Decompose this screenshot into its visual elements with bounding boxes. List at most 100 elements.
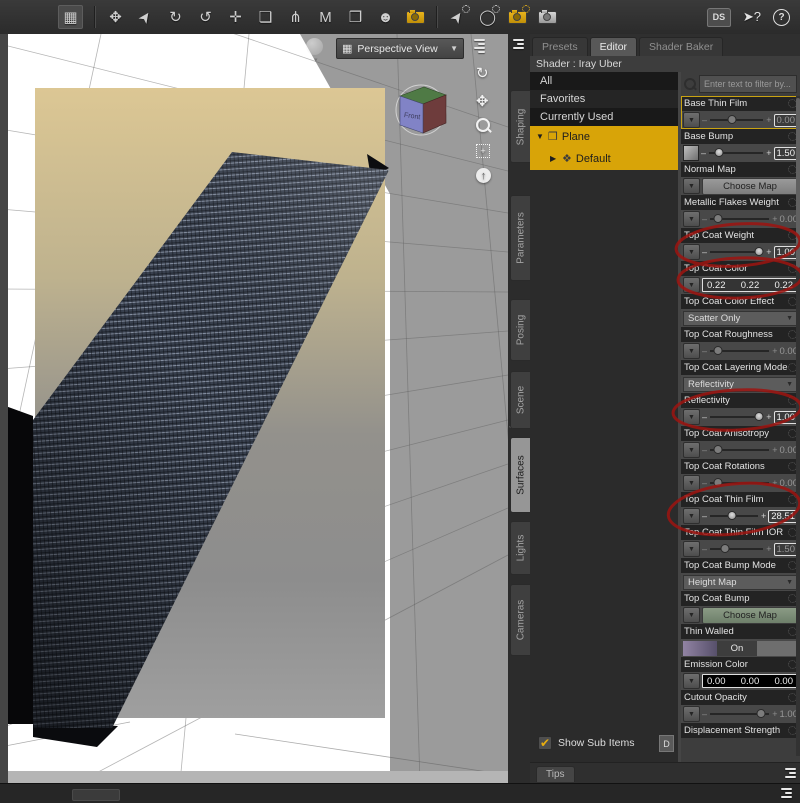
param-expand-button[interactable]: ▼ [683,343,700,359]
param-expand-button[interactable]: ▼ [683,112,700,128]
tab-posing[interactable]: Posing [510,299,530,361]
slider-increment-icon[interactable]: + [772,445,777,455]
slider-track[interactable] [710,412,764,421]
zoom-tool-icon[interactable] [476,118,490,132]
aim-icon[interactable] [306,38,323,55]
param-dropdown[interactable]: Height Map ▼ [683,574,798,590]
slider-track[interactable] [710,115,764,124]
frame-tool-icon[interactable]: + [476,144,490,158]
param-expand-button[interactable]: ▼ [683,673,700,689]
render-button-icon[interactable] [406,6,425,28]
filter-input[interactable] [699,75,797,93]
param-expand-button[interactable]: ▼ [683,178,700,194]
slider-thumb[interactable] [713,346,723,355]
slider-track[interactable] [710,709,770,718]
viewport-options-icon[interactable] [474,39,485,53]
slider-increment-icon[interactable]: + [766,544,771,554]
slider-increment-icon[interactable]: + [766,115,771,125]
universal-tool-icon[interactable]: ✥ [106,6,125,28]
slider-thumb[interactable] [756,709,766,718]
slider-track[interactable] [710,445,770,454]
surface-selection-tool-icon[interactable]: ◯ [478,5,500,28]
slider-decrement-icon[interactable]: – [702,544,707,554]
slider-increment-icon[interactable]: + [761,511,766,521]
scene-navigator-icon[interactable]: ↑ [476,168,491,183]
param-value[interactable]: 1.50 [773,146,798,160]
spot-render-tool-icon[interactable] [538,6,557,28]
param-expand-button[interactable]: ▼ [683,277,700,293]
slider-increment-icon[interactable]: + [772,346,777,356]
param-expand-button[interactable]: ▼ [683,211,700,227]
param-dropdown[interactable]: Scatter Only ▼ [683,310,798,326]
whats-this-help-icon[interactable]: ➤? [743,9,761,25]
slider-increment-icon[interactable]: + [772,478,777,488]
window-layout-icon[interactable]: ▦ [58,5,83,29]
param-expand-button[interactable]: ▼ [683,409,700,425]
status-bar-button[interactable] [72,789,120,801]
slider-track[interactable] [710,478,770,487]
geometry-editor-tool-icon[interactable]: ❒ [346,6,365,28]
param-expand-button[interactable]: ▼ [683,607,700,623]
partial-button[interactable]: D [659,735,674,752]
tab-shader-baker[interactable]: Shader Baker [639,37,724,56]
slider-increment-icon[interactable]: + [766,247,771,257]
param-value[interactable]: 1.00 [773,245,798,259]
joint-editor-tool-icon[interactable]: ⋔ [286,6,305,28]
tab-lights[interactable]: Lights [510,521,530,575]
rotate-tool-icon[interactable]: ↺ [196,6,215,28]
slider-increment-icon[interactable]: + [772,709,777,719]
expander-icon[interactable]: ▼ [536,126,544,148]
color-field[interactable]: 0.00 0.00 0.00 [702,674,798,688]
slider-thumb[interactable] [713,214,723,223]
slider-decrement-icon[interactable]: – [702,115,707,125]
rotate-view-tool-icon[interactable]: ↻ [166,6,185,28]
list-item-all[interactable]: All [530,72,678,90]
tab-cameras[interactable]: Cameras [510,584,530,656]
viewport[interactable]: Front ▾ ▦ Perspective View ▼ ↻ ✥ + ↑ [0,34,508,783]
color-field[interactable]: 0.22 0.22 0.22 [702,278,798,292]
tab-parameters[interactable]: Parameters [510,195,530,281]
slider-track[interactable] [710,346,770,355]
slider-decrement-icon[interactable]: – [702,346,707,356]
weight-brush-tool-icon[interactable]: M [316,6,335,28]
scrollbar-thumb[interactable] [796,98,800,268]
status-menu-icon[interactable] [781,788,792,798]
list-item-plane[interactable]: ▼ ❒ Plane [530,126,678,148]
param-expand-button[interactable]: ▼ [683,475,700,491]
view-selector[interactable]: ▦ Perspective View ▼ [336,38,464,59]
param-expand-button[interactable]: ▼ [683,244,700,260]
toggle-row[interactable]: On [683,640,798,656]
slider-decrement-icon[interactable]: – [702,478,707,488]
slider-thumb[interactable] [720,544,730,553]
slider-track[interactable] [709,148,764,157]
tool-settings-icon[interactable]: ➤ [447,5,470,28]
slider-thumb[interactable] [727,511,737,520]
choose-map-button[interactable]: Choose Map [702,177,798,195]
slider-increment-icon[interactable]: + [766,148,771,158]
choose-map-button[interactable]: Choose Map [702,606,798,624]
slider-track[interactable] [710,214,770,223]
slider-increment-icon[interactable]: + [772,214,777,224]
translate-tool-icon[interactable]: ✛ [226,6,245,28]
checkbox-checked-icon[interactable]: ✔ [538,736,552,750]
show-sub-items[interactable]: ✔ Show Sub Items [530,732,678,754]
expander-icon[interactable]: ▶ [550,148,558,170]
nav-cube[interactable]: Front [395,84,447,136]
slider-track[interactable] [710,544,764,553]
slider-thumb[interactable] [754,247,764,256]
slider-decrement-icon[interactable]: – [702,445,707,455]
slider-decrement-icon[interactable]: – [701,148,706,158]
tips-menu-icon[interactable] [785,768,796,778]
param-expand-button[interactable]: ▼ [683,508,700,524]
param-value[interactable]: 1.00 [773,410,798,424]
toggle-on-button[interactable]: On [717,640,757,656]
slider-decrement-icon[interactable]: – [702,511,707,521]
param-dropdown[interactable]: Reflectivity ▼ [683,376,798,392]
param-value[interactable]: 28.51 [768,509,798,523]
param-expand-button[interactable]: ▼ [683,706,700,722]
pane-menu-icon[interactable] [513,39,524,49]
list-item-currently-used[interactable]: Currently Used [530,108,678,126]
slider-thumb[interactable] [754,412,764,421]
orbit-tool-icon[interactable]: ↻ [476,64,489,82]
tab-scene[interactable]: Scene [510,371,530,429]
